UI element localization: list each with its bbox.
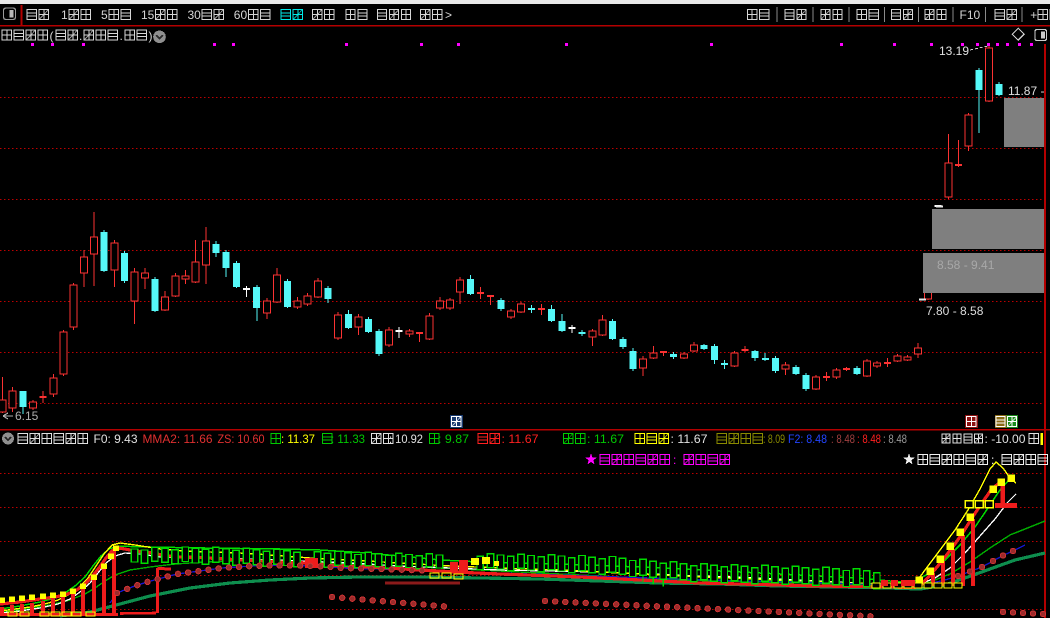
svg-text:(: ( <box>50 29 54 43</box>
svg-text:13.19: 13.19 <box>939 44 969 58</box>
svg-text:30: 30 <box>188 8 202 22</box>
svg-text:): ) <box>149 29 153 43</box>
svg-text:60: 60 <box>234 8 248 22</box>
svg-text::: : <box>673 453 676 467</box>
svg-text:: 8.09: : 8.09 <box>763 432 785 446</box>
svg-text:ZS: 10.60: ZS: 10.60 <box>218 432 265 446</box>
svg-text:: 11.37: : 11.37 <box>281 432 315 446</box>
svg-text:7.80 - 8.58: 7.80 - 8.58 <box>926 304 984 318</box>
svg-text:: 9.87: : 9.87 <box>438 432 469 446</box>
svg-text:6.15: 6.15 <box>15 409 39 423</box>
svg-text:.: . <box>79 29 82 43</box>
svg-text:5: 5 <box>101 8 108 22</box>
svg-text:F0: 9.43: F0: 9.43 <box>94 432 138 446</box>
svg-text:>: > <box>445 8 452 22</box>
svg-text:11.87 -: 11.87 - <box>1008 84 1044 98</box>
svg-text:: 8.48: : 8.48 <box>831 432 855 446</box>
svg-text:: 11.67: : 11.67 <box>587 432 624 446</box>
svg-text:: 10.92: : 10.92 <box>389 432 423 446</box>
svg-text:F10: F10 <box>960 8 981 22</box>
svg-text:: 11.67: : 11.67 <box>502 432 539 446</box>
svg-text:: 8.48: : 8.48 <box>883 432 907 446</box>
svg-text:F2: 8.48: F2: 8.48 <box>788 432 827 446</box>
svg-text:.: . <box>120 29 123 43</box>
svg-text:1: 1 <box>61 8 68 22</box>
svg-text:: 11.67: : 11.67 <box>671 432 708 446</box>
svg-text:: 11.33: : 11.33 <box>331 432 365 446</box>
svg-text:: -10.00: : -10.00 <box>985 432 1026 446</box>
svg-text:8.58 - 9.41: 8.58 - 9.41 <box>937 258 995 272</box>
svg-text:MMA2: 11.66: MMA2: 11.66 <box>143 432 213 446</box>
svg-text:+: + <box>1030 8 1037 22</box>
svg-text:: 8.48: : 8.48 <box>857 432 881 446</box>
svg-text:15: 15 <box>141 8 155 22</box>
